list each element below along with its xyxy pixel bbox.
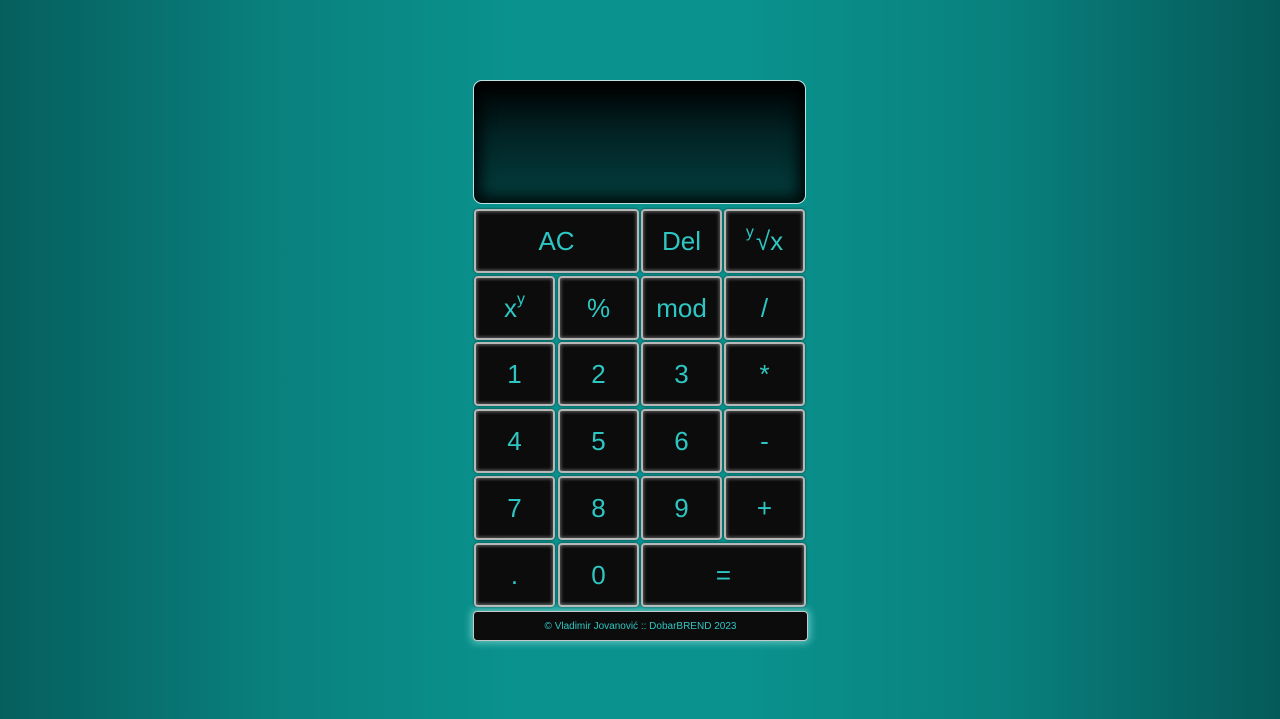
digit-6-button[interactable]: 6 bbox=[641, 409, 722, 473]
nth-root-index: y bbox=[745, 224, 754, 241]
digit-9-button[interactable]: 9 bbox=[641, 476, 722, 540]
power-base: x bbox=[504, 292, 517, 323]
calculator: AC Del y √x xy % mod / 1 2 3 * 4 5 6 - 7 … bbox=[473, 80, 808, 608]
divide-button[interactable]: / bbox=[724, 276, 805, 340]
plus-button[interactable]: + bbox=[724, 476, 805, 540]
digit-3-button[interactable]: 3 bbox=[641, 342, 722, 406]
digit-4-button[interactable]: 4 bbox=[474, 409, 555, 473]
nth-root-symbol: √x bbox=[755, 225, 784, 256]
decimal-point-button[interactable]: . bbox=[474, 543, 555, 607]
power-exponent: y bbox=[517, 291, 525, 308]
digit-1-button[interactable]: 1 bbox=[474, 342, 555, 406]
calculator-display bbox=[473, 80, 806, 204]
mod-button[interactable]: mod bbox=[641, 276, 722, 340]
digit-7-button[interactable]: 7 bbox=[474, 476, 555, 540]
minus-button[interactable]: - bbox=[724, 409, 805, 473]
percent-button[interactable]: % bbox=[558, 276, 639, 340]
equals-button[interactable]: = bbox=[641, 543, 806, 607]
digit-2-button[interactable]: 2 bbox=[558, 342, 639, 406]
delete-button[interactable]: Del bbox=[641, 209, 722, 273]
digit-8-button[interactable]: 8 bbox=[558, 476, 639, 540]
power-button[interactable]: xy bbox=[474, 276, 555, 340]
all-clear-button[interactable]: AC bbox=[474, 209, 639, 273]
copyright-footer: © Vladimir Jovanović :: DobarBREND 2023 bbox=[473, 611, 808, 641]
multiply-button[interactable]: * bbox=[724, 342, 805, 406]
nth-root-button[interactable]: y √x bbox=[724, 209, 805, 273]
keypad: AC Del y √x xy % mod / 1 2 3 * 4 5 6 - 7 … bbox=[473, 208, 808, 608]
digit-0-button[interactable]: 0 bbox=[558, 543, 639, 607]
digit-5-button[interactable]: 5 bbox=[558, 409, 639, 473]
